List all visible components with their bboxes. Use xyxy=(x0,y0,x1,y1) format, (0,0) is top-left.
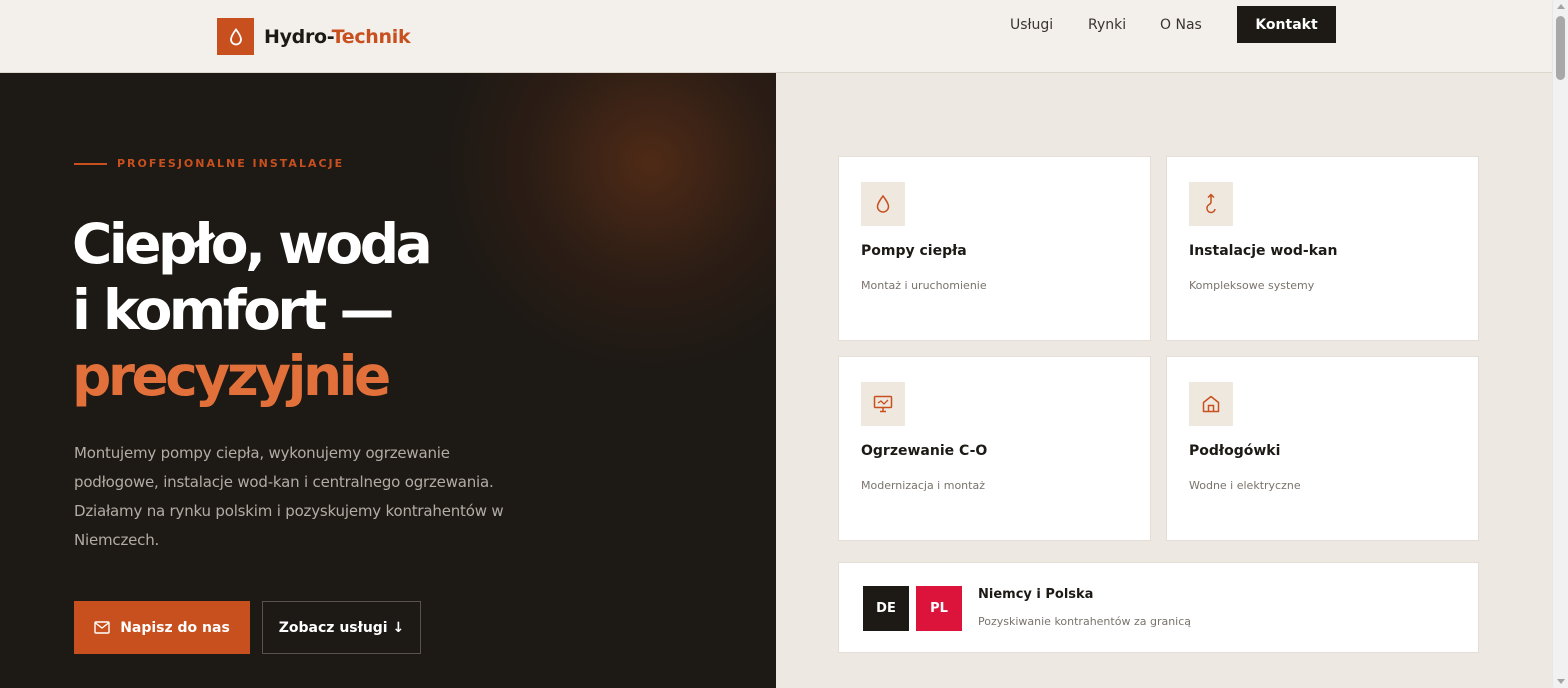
service-desc: Modernizacja i montaż xyxy=(861,479,985,492)
write-to-us-button[interactable]: Napisz do nas xyxy=(74,601,250,654)
brand-name-part1: Hydro- xyxy=(264,25,332,48)
markets-card[interactable]: DE PL Niemcy i Polska Pozyskiwanie kontr… xyxy=(838,562,1479,653)
service-card-central-heating[interactable]: Ogrzewanie C-O Modernizacja i montaż xyxy=(838,356,1151,541)
flag-pl-badge: PL xyxy=(916,586,962,631)
hero-eyebrow: PROFESJONALNE INSTALACJE xyxy=(74,157,344,170)
service-desc: Wodne i elektryczne xyxy=(1189,479,1301,492)
monitor-icon xyxy=(861,382,905,426)
drop-icon xyxy=(861,182,905,226)
home-icon xyxy=(1189,382,1233,426)
contact-button[interactable]: Kontakt xyxy=(1237,6,1336,43)
headline-line-2: i komfort — xyxy=(72,278,394,342)
service-desc: Kompleksowe systemy xyxy=(1189,279,1315,292)
service-card-heat-pumps[interactable]: Pompy ciepła Montaż i uruchomienie xyxy=(838,156,1151,341)
eyebrow-line xyxy=(74,162,107,165)
markets-title: Niemcy i Polska xyxy=(978,587,1094,602)
service-card-floor-heating[interactable]: Podłogówki Wodne i elektryczne xyxy=(1166,356,1479,541)
mail-icon xyxy=(94,621,110,634)
service-title: Instalacje wod-kan xyxy=(1189,243,1338,259)
headline-line-1: Ciepło, woda xyxy=(72,212,433,276)
scroll-down-arrow-icon[interactable] xyxy=(1557,679,1565,684)
brand-logo[interactable]: Hydro-Technik xyxy=(217,18,411,55)
markets-desc: Pozyskiwanie kontrahentów za granicą xyxy=(978,615,1192,628)
service-desc: Montaż i uruchomienie xyxy=(861,279,987,292)
hero-headline: Ciepło, woda i komfort — precyzyjnie xyxy=(72,211,433,409)
pipe-icon xyxy=(1189,182,1233,226)
write-to-us-label: Napisz do nas xyxy=(120,619,230,636)
hero-section: PROFESJONALNE INSTALACJE Ciepło, woda i … xyxy=(0,73,776,688)
top-navbar: Hydro-Technik Usługi Rynki O Nas Kontakt xyxy=(0,0,1552,73)
nav-link-rynki[interactable]: Rynki xyxy=(1088,16,1126,34)
scroll-up-arrow-icon[interactable] xyxy=(1557,4,1565,9)
page-scrollbar[interactable] xyxy=(1552,0,1568,688)
service-title: Pompy ciepła xyxy=(861,243,967,259)
flag-de-badge: DE xyxy=(863,586,909,631)
brand-name-part2: Technik xyxy=(331,25,411,48)
service-card-plumbing[interactable]: Instalacje wod-kan Kompleksowe systemy xyxy=(1166,156,1479,341)
brand-name: Hydro-Technik xyxy=(264,25,411,48)
see-services-button[interactable]: Zobacz usługi ↓ xyxy=(262,601,421,654)
nav-link-uslugi[interactable]: Usługi xyxy=(1010,16,1053,34)
hero-lead: Montujemy pompy ciepła, wykonujemy ogrze… xyxy=(74,444,504,549)
nav-link-o-nas[interactable]: O Nas xyxy=(1160,16,1202,34)
headline-accent: precyzyjnie xyxy=(72,344,391,408)
service-title: Podłogówki xyxy=(1189,443,1281,459)
eyebrow-text: PROFESJONALNE INSTALACJE xyxy=(117,157,345,170)
hero-glow xyxy=(440,73,776,373)
drop-icon xyxy=(217,18,254,55)
scrollbar-thumb[interactable] xyxy=(1556,16,1565,80)
service-title: Ogrzewanie C-O xyxy=(861,443,988,459)
